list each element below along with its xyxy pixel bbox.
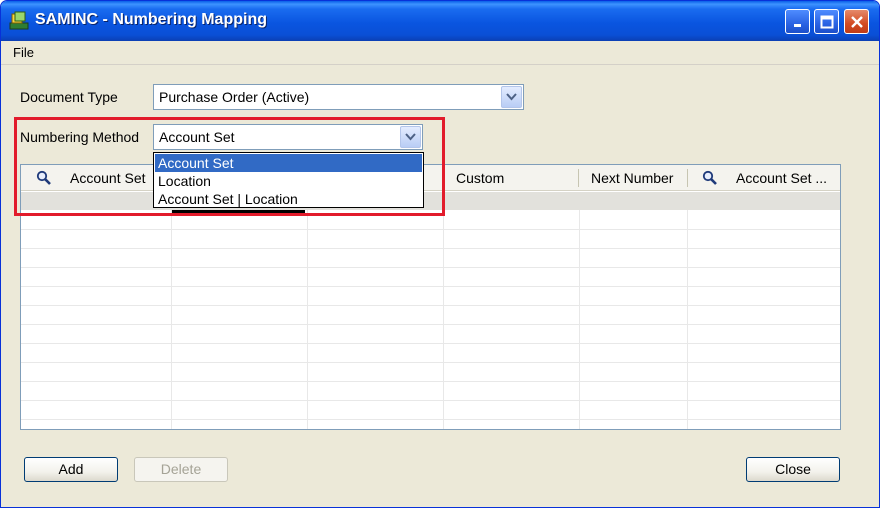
column-divider[interactable] (687, 169, 688, 187)
grid-row-line (21, 305, 840, 306)
maximize-icon (820, 15, 833, 28)
highlight-box (14, 117, 445, 216)
grid-row-line (21, 419, 840, 420)
column-divider[interactable] (578, 169, 579, 187)
close-button[interactable]: Close (746, 457, 840, 482)
grid-row-line (21, 362, 840, 363)
minimize-button[interactable] (785, 9, 810, 34)
numbering-mapping-window: SAMINC - Numbering Mapping File Document… (0, 0, 880, 508)
grid-row-line (21, 267, 840, 268)
close-icon (850, 15, 863, 28)
column-header-next-number[interactable]: Next Number (591, 165, 691, 191)
window-title: SAMINC - Numbering Mapping (35, 11, 267, 28)
grid-column-line (307, 210, 308, 429)
menu-file[interactable]: File (13, 45, 34, 60)
grid-column-line (171, 210, 172, 429)
maximize-button[interactable] (814, 9, 839, 34)
document-type-value: Purchase Order (Active) (159, 89, 310, 105)
grid-column-line (687, 210, 688, 429)
grid-column-line (443, 210, 444, 429)
column-header-custom[interactable]: Custom (456, 165, 576, 191)
grid-row-line (21, 248, 840, 249)
search-icon[interactable] (702, 165, 720, 191)
grid-row-line (21, 381, 840, 382)
close-window-button[interactable] (844, 9, 869, 34)
menu-bar: File (1, 41, 879, 65)
grid-row-line (21, 343, 840, 344)
chevron-down-icon[interactable] (501, 86, 522, 108)
delete-button[interactable]: Delete (134, 457, 228, 482)
grid-column-line (579, 210, 580, 429)
column-header-account-set-2[interactable]: Account Set ... (736, 165, 840, 191)
document-type-select[interactable]: Purchase Order (Active) (153, 84, 524, 110)
minimize-icon (793, 23, 801, 27)
saminc-app-icon (9, 11, 29, 31)
add-button[interactable]: Add (24, 457, 118, 482)
title-bar[interactable]: SAMINC - Numbering Mapping (1, 1, 879, 41)
grid-row-line (21, 229, 840, 230)
document-type-label: Document Type (20, 89, 118, 105)
grid-row-line (21, 324, 840, 325)
grid-row-line (21, 400, 840, 401)
grid-row-line (21, 286, 840, 287)
